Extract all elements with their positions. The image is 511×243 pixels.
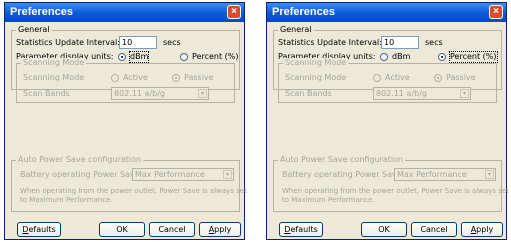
- defaults-button[interactable]: Defaults: [17, 222, 61, 237]
- cancel-button[interactable]: Cancel: [149, 222, 195, 237]
- radio-passive-label[interactable]: Passive: [184, 73, 214, 83]
- close-icon: ×: [231, 6, 237, 17]
- close-button[interactable]: ×: [489, 5, 503, 19]
- scan-bands-label: Scan Bands: [285, 89, 332, 98]
- scanning-mode-label: Scanning Mode: [285, 73, 347, 82]
- scan-bands-value: 802.11 a/b/g: [376, 89, 427, 98]
- radio-dbm[interactable]: [380, 53, 388, 61]
- radio-percent-label[interactable]: Percent (%): [192, 52, 239, 62]
- stats-interval-input[interactable]: 10: [381, 36, 419, 49]
- auto-power-save-group: Auto Power Save configuration Battery op…: [273, 155, 509, 212]
- radio-dbm-label[interactable]: dBm: [392, 52, 410, 62]
- radio-percent[interactable]: [438, 53, 446, 61]
- cancel-button[interactable]: Cancel: [411, 222, 457, 237]
- power-note-line2: to Maximum Performance.: [282, 196, 375, 204]
- radio-active[interactable]: [373, 74, 381, 82]
- battery-power-save-select[interactable]: Max Performance ▾: [394, 168, 496, 181]
- dialog-title: Preferences: [272, 6, 335, 18]
- power-note-line2: to Maximum Performance.: [20, 196, 113, 204]
- close-icon: ×: [493, 6, 499, 17]
- radio-percent-label[interactable]: Percent (%): [449, 51, 498, 63]
- title-bar[interactable]: Preferences ×: [267, 3, 506, 22]
- radio-passive[interactable]: [434, 74, 442, 82]
- radio-active-label[interactable]: Active: [123, 73, 148, 83]
- radio-dbm[interactable]: [118, 53, 126, 61]
- close-button[interactable]: ×: [227, 5, 241, 19]
- stats-interval-label: Statistics Update Interval:: [278, 38, 382, 47]
- chevron-down-icon: ▾: [198, 89, 207, 98]
- scanning-mode-label: Scanning Mode: [23, 73, 85, 82]
- preferences-dialog-dbm: Preferences × General Statistics Update …: [4, 2, 247, 240]
- defaults-button[interactable]: Defaults: [279, 222, 323, 237]
- apply-button[interactable]: Apply: [461, 222, 503, 237]
- auto-power-save-group: Auto Power Save configuration Battery op…: [11, 155, 247, 212]
- radio-percent[interactable]: [180, 53, 188, 61]
- dialog-title: Preferences: [10, 6, 73, 18]
- stats-interval-unit: secs: [425, 38, 443, 47]
- chevron-down-icon: ▾: [223, 170, 232, 179]
- apply-button[interactable]: Apply: [199, 222, 241, 237]
- scan-bands-select[interactable]: 802.11 a/b/g ▾: [373, 87, 471, 100]
- scan-bands-select[interactable]: 802.11 a/b/g ▾: [111, 87, 209, 100]
- battery-power-save-select[interactable]: Max Performance ▾: [132, 168, 234, 181]
- scanning-group-title: Scanning Mode: [283, 58, 349, 68]
- general-group-title: General: [278, 25, 314, 35]
- stats-interval-unit: secs: [163, 38, 181, 47]
- general-group-title: General: [16, 25, 52, 35]
- ok-button[interactable]: OK: [361, 222, 407, 237]
- scan-bands-value: 802.11 a/b/g: [114, 89, 165, 98]
- aps-group-title: Auto Power Save configuration: [278, 155, 406, 165]
- chevron-down-icon: ▾: [485, 170, 494, 179]
- radio-dbm-label[interactable]: dBm: [128, 51, 150, 63]
- scan-bands-label: Scan Bands: [23, 89, 70, 98]
- ok-button[interactable]: OK: [99, 222, 145, 237]
- radio-passive[interactable]: [172, 74, 180, 82]
- radio-passive-label[interactable]: Passive: [446, 73, 476, 83]
- battery-power-save-value: Max Performance: [135, 170, 205, 179]
- scanning-group-title: Scanning Mode: [21, 58, 87, 68]
- chevron-down-icon: ▾: [460, 89, 469, 98]
- radio-active[interactable]: [111, 74, 119, 82]
- stats-interval-input[interactable]: 10: [119, 36, 157, 49]
- scanning-mode-group: Scanning Mode Scanning Mode Active Passi…: [16, 58, 235, 103]
- stats-interval-label: Statistics Update Interval:: [16, 38, 120, 47]
- battery-power-save-label: Battery operating Power Save:: [282, 170, 405, 179]
- battery-power-save-label: Battery operating Power Save:: [20, 170, 143, 179]
- title-bar[interactable]: Preferences ×: [5, 3, 244, 22]
- preferences-dialog-percent: Preferences × General Statistics Update …: [266, 2, 509, 240]
- aps-group-title: Auto Power Save configuration: [16, 155, 144, 165]
- radio-active-label[interactable]: Active: [385, 73, 410, 83]
- scanning-mode-group: Scanning Mode Scanning Mode Active Passi…: [278, 58, 497, 103]
- battery-power-save-value: Max Performance: [397, 170, 467, 179]
